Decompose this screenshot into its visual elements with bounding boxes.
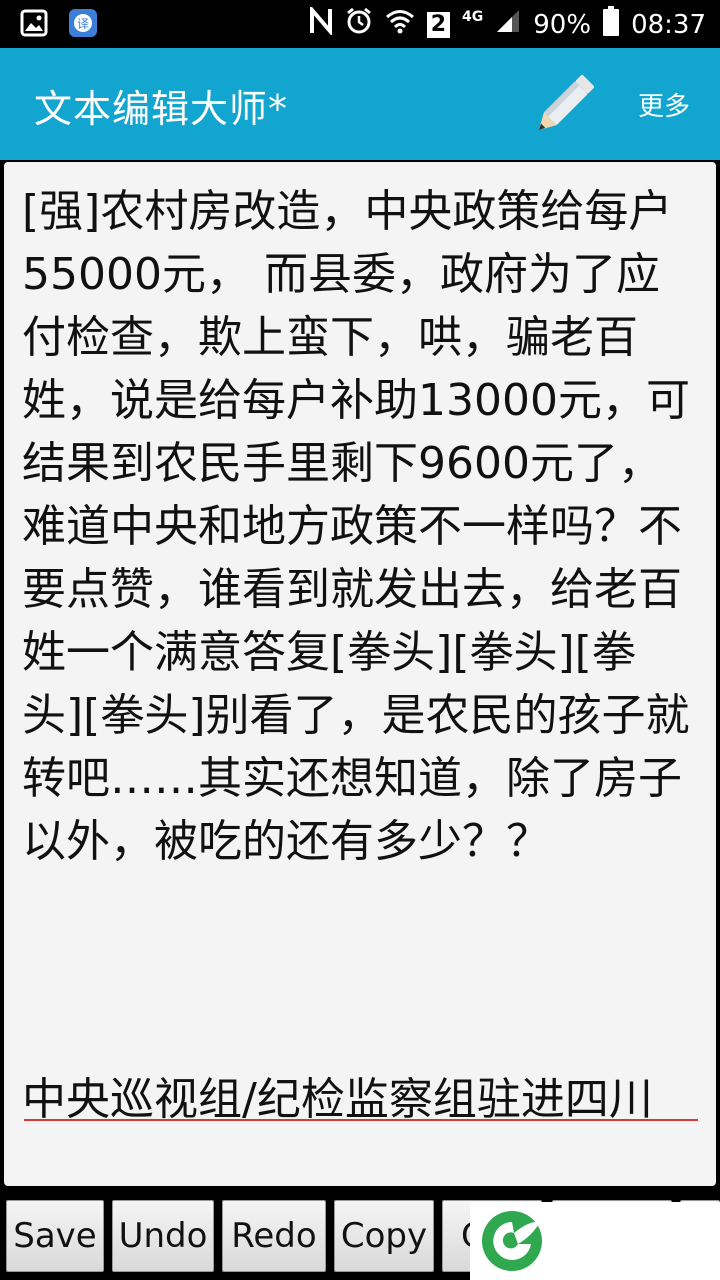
undo-button[interactable]: Undo <box>112 1200 214 1272</box>
battery-percent: 90% <box>533 9 592 40</box>
redo-button[interactable]: Redo <box>222 1200 326 1272</box>
edit-button[interactable] <box>528 68 598 144</box>
status-bar: 译 2 4G 90% 08:37 <box>0 0 720 48</box>
app-bar: 文本编辑大师* 更多 <box>0 48 720 160</box>
battery-icon <box>603 6 620 43</box>
save-button[interactable]: Save <box>6 1200 104 1272</box>
pencil-icon <box>538 75 594 131</box>
more-button[interactable]: 更多 <box>638 86 690 123</box>
editor-tail-line[interactable]: 中央巡视组/纪检监察组驻进四川 <box>22 1068 694 1131</box>
status-left: 译 <box>20 8 98 42</box>
nfc-icon <box>309 4 333 42</box>
watermark-logo <box>470 1202 720 1280</box>
copy-button[interactable]: Copy <box>334 1200 434 1272</box>
translate-app-icon: 译 <box>68 8 98 42</box>
signal-icon <box>495 8 521 41</box>
gallery-icon <box>20 9 48 41</box>
clock: 08:37 <box>631 9 706 40</box>
status-right: 2 4G 90% 08:37 <box>309 4 706 43</box>
network-type: 4G <box>462 8 484 25</box>
wifi-icon <box>385 8 415 41</box>
editor-content[interactable]: [强]农村房改造，中央政策给每户55000元， 而县委，政府为了应付检查，欺上蛮… <box>22 180 694 873</box>
alarm-icon <box>345 7 373 42</box>
brand-logo-icon <box>482 1211 542 1271</box>
app-title: 文本编辑大师* <box>34 87 289 131</box>
sim-badge: 2 <box>426 11 451 38</box>
svg-text:译: 译 <box>77 17 89 31</box>
text-editor[interactable]: [强]农村房改造，中央政策给每户55000元， 而县委，政府为了应付检查，欺上蛮… <box>4 162 716 1186</box>
